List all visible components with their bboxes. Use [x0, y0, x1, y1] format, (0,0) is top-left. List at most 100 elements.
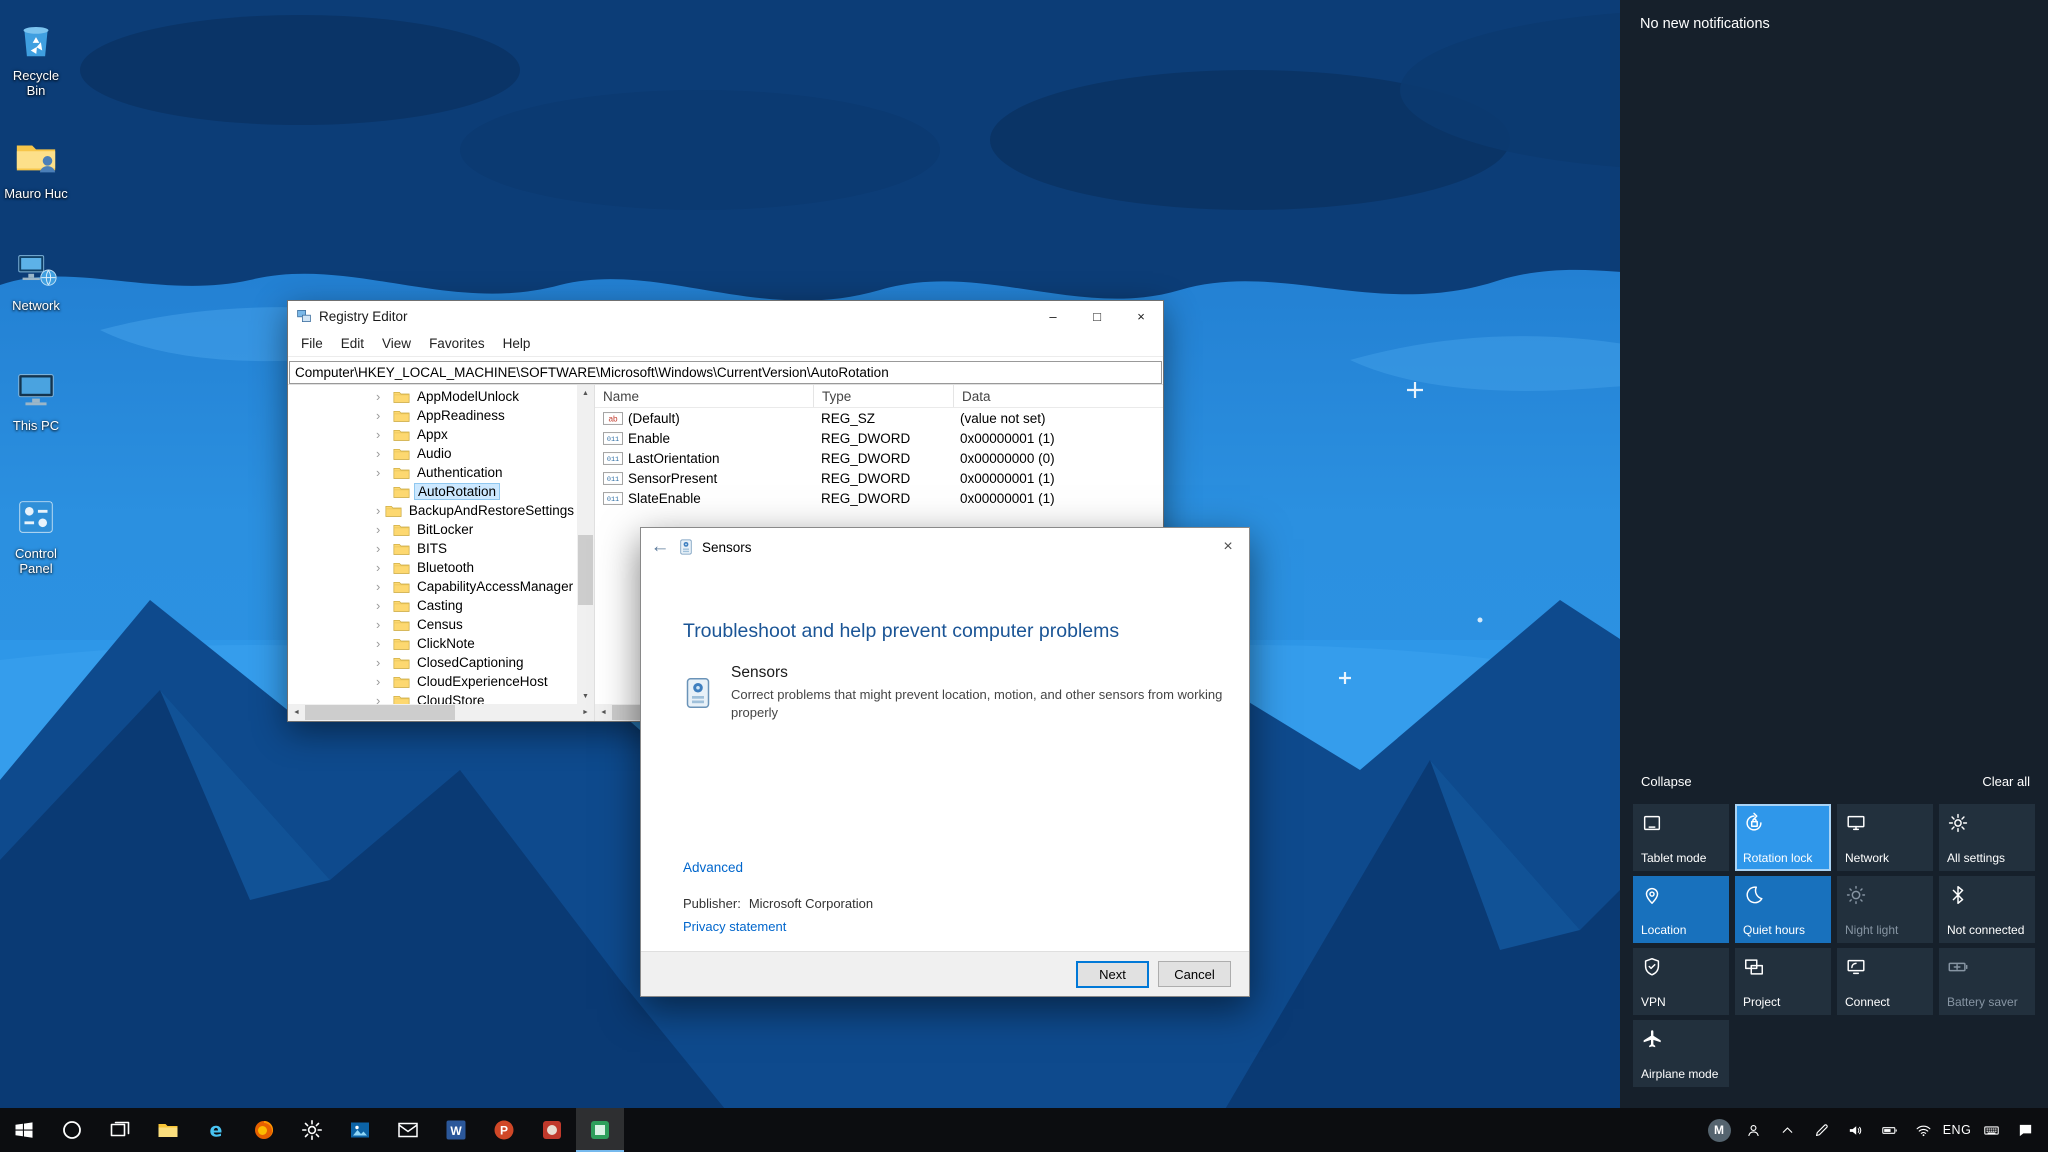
column-header-name[interactable]: Name: [595, 385, 814, 407]
scroll-right-icon[interactable]: ►: [577, 704, 594, 721]
quick-action-vpn[interactable]: VPN: [1633, 948, 1729, 1015]
back-button[interactable]: ←: [643, 536, 677, 558]
next-button[interactable]: Next: [1076, 961, 1149, 988]
taskbar-firefox[interactable]: [240, 1108, 288, 1152]
desktop-icon-this-pc[interactable]: This PC: [4, 366, 68, 434]
desktop-icon-mauro-huc[interactable]: Mauro Huc: [4, 134, 68, 202]
tree-item-bitlocker[interactable]: ›BitLocker: [288, 520, 577, 539]
desktop-icon-network[interactable]: Network: [4, 246, 68, 314]
regedit-titlebar[interactable]: Registry Editor – □ ×: [288, 301, 1163, 331]
tree-item-backupandrestoresettings[interactable]: ›BackupAndRestoreSettings: [288, 501, 577, 520]
scrollbar-thumb[interactable]: [305, 705, 455, 720]
taskbar-photos[interactable]: [336, 1108, 384, 1152]
desktop-icon-recycle-bin[interactable]: Recycle Bin: [4, 16, 68, 99]
taskbar-settings[interactable]: [288, 1108, 336, 1152]
quick-action-quiet-hours[interactable]: Quiet hours: [1735, 876, 1831, 943]
tree-item-authentication[interactable]: ›Authentication: [288, 463, 577, 482]
chevron-right-icon[interactable]: ›: [376, 390, 392, 403]
scroll-down-icon[interactable]: ▼: [577, 688, 594, 704]
tray-action-center[interactable]: [2008, 1108, 2042, 1152]
clear-all-link[interactable]: Clear all: [1982, 774, 2030, 789]
registry-value-row[interactable]: 011SlateEnableREG_DWORD0x00000001 (1): [595, 488, 1163, 508]
chevron-right-icon[interactable]: ›: [376, 637, 392, 650]
tree-item-census[interactable]: ›Census: [288, 615, 577, 634]
quick-action-airplane-mode[interactable]: Airplane mode: [1633, 1020, 1729, 1087]
privacy-statement-link[interactable]: Privacy statement: [683, 919, 786, 934]
quick-action-network[interactable]: Network: [1837, 804, 1933, 871]
quick-action-connect[interactable]: Connect: [1837, 948, 1933, 1015]
menu-view[interactable]: View: [373, 333, 420, 354]
taskbar-app-red[interactable]: [528, 1108, 576, 1152]
quick-action-rotation-lock[interactable]: Rotation lock: [1735, 804, 1831, 871]
tree-item-bluetooth[interactable]: ›Bluetooth: [288, 558, 577, 577]
tray-people[interactable]: [1736, 1108, 1770, 1152]
chevron-right-icon[interactable]: ›: [376, 694, 392, 704]
taskbar-troubleshooter-app[interactable]: [576, 1108, 624, 1152]
taskbar-edge[interactable]: e: [192, 1108, 240, 1152]
collapse-link[interactable]: Collapse: [1641, 774, 1692, 789]
menu-favorites[interactable]: Favorites: [420, 333, 494, 354]
registry-value-row[interactable]: 011LastOrientationREG_DWORD0x00000000 (0…: [595, 448, 1163, 468]
scrollbar-thumb[interactable]: [578, 535, 593, 605]
dialog-close-button[interactable]: ×: [1209, 528, 1247, 566]
tree-item-clicknote[interactable]: ›ClickNote: [288, 634, 577, 653]
menu-file[interactable]: File: [292, 333, 332, 354]
dialog-titlebar[interactable]: ← Sensors ×: [641, 528, 1249, 566]
tree-item-appreadiness[interactable]: ›AppReadiness: [288, 406, 577, 425]
taskbar-start-button[interactable]: [0, 1108, 48, 1152]
registry-value-row[interactable]: ab(Default)REG_SZ(value not set): [595, 408, 1163, 428]
chevron-right-icon[interactable]: ›: [376, 561, 392, 574]
tree-item-closedcaptioning[interactable]: ›ClosedCaptioning: [288, 653, 577, 672]
chevron-right-icon[interactable]: ›: [376, 504, 385, 517]
quick-action-all-settings[interactable]: All settings: [1939, 804, 2035, 871]
chevron-right-icon[interactable]: ›: [376, 656, 392, 669]
tray-volume[interactable]: [1838, 1108, 1872, 1152]
tree-item-capabilityaccessmanager[interactable]: ›CapabilityAccessManager: [288, 577, 577, 596]
taskbar-word[interactable]: W: [432, 1108, 480, 1152]
registry-address-input[interactable]: [289, 361, 1162, 384]
chevron-right-icon[interactable]: ›: [376, 466, 392, 479]
chevron-right-icon[interactable]: ›: [376, 542, 392, 555]
scroll-up-icon[interactable]: ▲: [577, 385, 594, 401]
close-button[interactable]: ×: [1119, 301, 1163, 331]
tree-item-appmodelunlock[interactable]: ›AppModelUnlock: [288, 387, 577, 406]
scroll-left-icon[interactable]: ◄: [288, 704, 305, 721]
taskbar-task-view-button[interactable]: [96, 1108, 144, 1152]
cancel-button[interactable]: Cancel: [1158, 961, 1231, 987]
horizontal-scrollbar[interactable]: ◄ ►: [288, 704, 594, 721]
vertical-scrollbar[interactable]: ▲ ▼: [577, 385, 594, 704]
advanced-link[interactable]: Advanced: [683, 860, 743, 875]
taskbar-file-explorer[interactable]: [144, 1108, 192, 1152]
tree-item-appx[interactable]: ›Appx: [288, 425, 577, 444]
minimize-button[interactable]: –: [1031, 301, 1075, 331]
column-header-type[interactable]: Type: [814, 385, 954, 407]
chevron-right-icon[interactable]: ›: [376, 523, 392, 536]
quick-action-night-light[interactable]: Night light: [1837, 876, 1933, 943]
chevron-right-icon[interactable]: ›: [376, 675, 392, 688]
tray-pen[interactable]: [1804, 1108, 1838, 1152]
quick-action-not-connected[interactable]: Not connected: [1939, 876, 2035, 943]
chevron-right-icon[interactable]: ›: [376, 447, 392, 460]
chevron-right-icon[interactable]: ›: [376, 618, 392, 631]
quick-action-tablet-mode[interactable]: Tablet mode: [1633, 804, 1729, 871]
quick-action-project[interactable]: Project: [1735, 948, 1831, 1015]
registry-value-row[interactable]: 011EnableREG_DWORD0x00000001 (1): [595, 428, 1163, 448]
tray-touch-keyboard[interactable]: [1974, 1108, 2008, 1152]
tree-item-autorotation[interactable]: AutoRotation: [288, 482, 577, 501]
maximize-button[interactable]: □: [1075, 301, 1119, 331]
quick-action-location[interactable]: Location: [1633, 876, 1729, 943]
registry-value-row[interactable]: 011SensorPresentREG_DWORD0x00000001 (1): [595, 468, 1163, 488]
taskbar-powerpoint[interactable]: P: [480, 1108, 528, 1152]
tray-battery[interactable]: [1872, 1108, 1906, 1152]
tray-show-hidden-icons[interactable]: [1770, 1108, 1804, 1152]
tree-item-audio[interactable]: ›Audio: [288, 444, 577, 463]
taskbar-search-button[interactable]: [48, 1108, 96, 1152]
quick-action-battery-saver[interactable]: Battery saver: [1939, 948, 2035, 1015]
tree-item-cloudstore[interactable]: ›CloudStore: [288, 691, 577, 704]
tree-item-bits[interactable]: ›BITS: [288, 539, 577, 558]
chevron-right-icon[interactable]: ›: [376, 409, 392, 422]
taskbar-mail[interactable]: [384, 1108, 432, 1152]
tray-user-account[interactable]: M: [1702, 1108, 1736, 1152]
menu-help[interactable]: Help: [494, 333, 540, 354]
tray-network[interactable]: [1906, 1108, 1940, 1152]
